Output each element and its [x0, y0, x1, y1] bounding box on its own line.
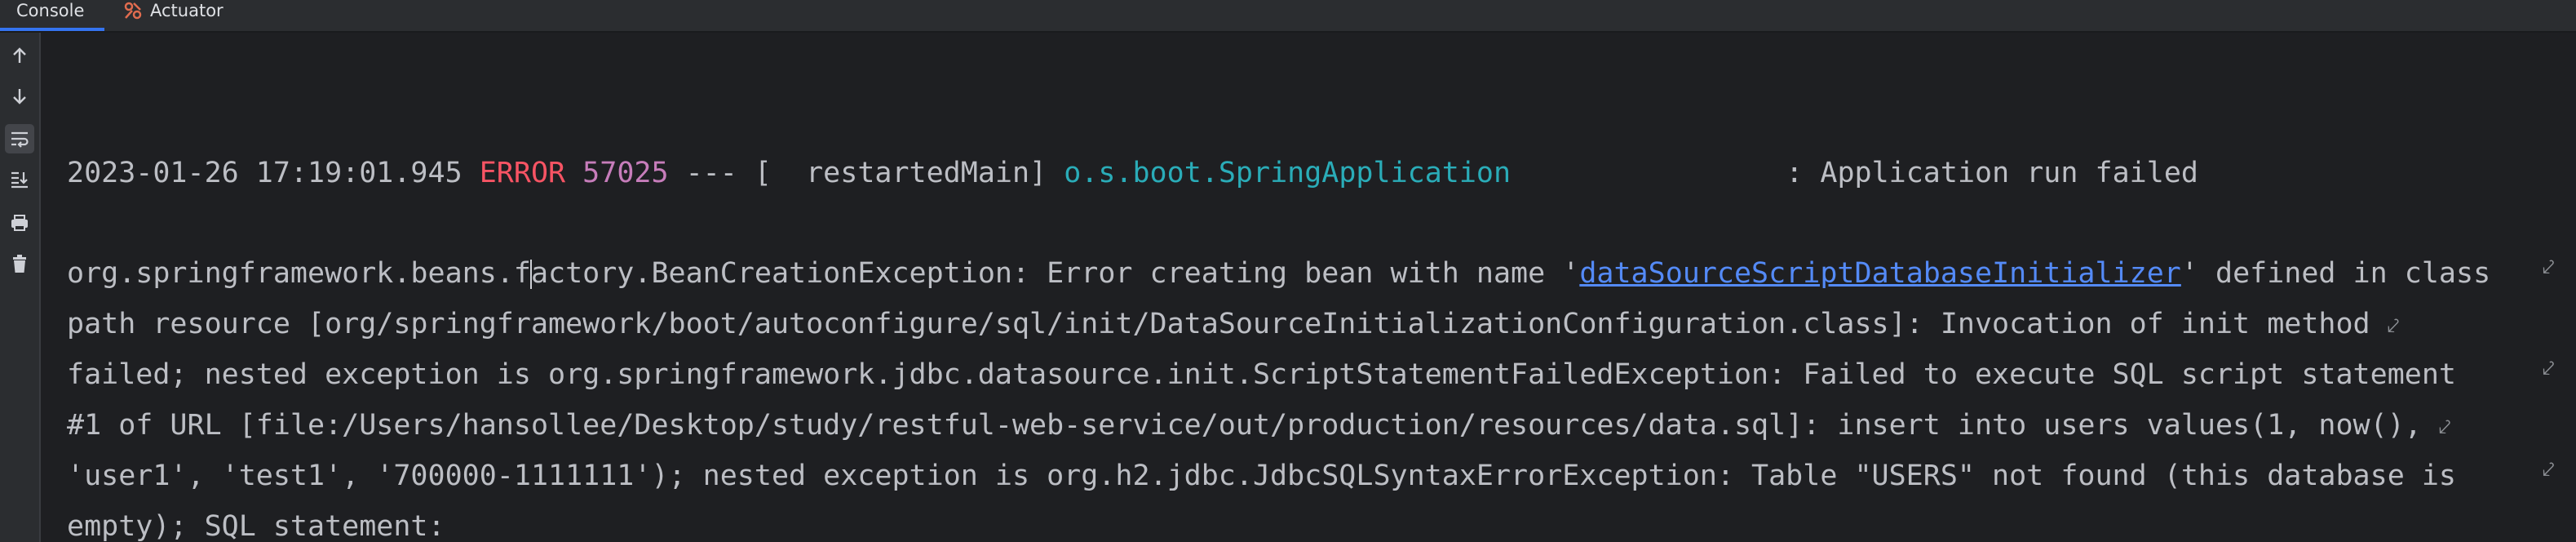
actuator-icon	[122, 0, 144, 21]
log-timestamp: 2023-01-26 17:19:01.945	[67, 157, 463, 189]
tab-actuator-label: Actuator	[150, 1, 224, 20]
log-level: ERROR	[479, 157, 566, 189]
exception-line: ↳empty); SQL statement:	[67, 509, 445, 542]
scroll-to-end-icon	[11, 171, 28, 189]
print-icon	[11, 215, 28, 231]
log-line: 2023-01-26 17:19:01.945 ERROR 57025 --- …	[67, 155, 2198, 191]
soft-wrap-end-icon: ⤦	[2438, 415, 2451, 440]
soft-wrap-end-icon: ⤦	[2543, 255, 2555, 280]
log-logger: o.s.boot.SpringApplication	[1064, 157, 1512, 189]
exception-text: 'user1', 'test1', '700000-1111111'); nes…	[67, 460, 2456, 492]
exception-text: #1 of URL [file:/Users/hansollee/Desktop…	[67, 409, 2422, 442]
exception-line: ↳'user1', 'test1', '700000-1111111'); ne…	[67, 458, 2456, 494]
arrow-up-icon	[13, 47, 26, 63]
exception-text: empty); SQL statement:	[67, 510, 445, 542]
log-thread: restartedMain]	[771, 157, 1047, 189]
down-button[interactable]	[5, 82, 34, 111]
exception-text: org.springframework.beans.f	[67, 257, 531, 290]
tab-console-label: Console	[16, 1, 85, 20]
exception-line: org.springframework.beans.factory.BeanCr…	[67, 255, 2490, 291]
exception-line: ↳#1 of URL [file:/Users/hansollee/Deskto…	[67, 407, 2451, 443]
soft-wrap-button[interactable]	[5, 124, 34, 153]
tab-actuator[interactable]: Actuator	[122, 0, 224, 31]
console-toolbar	[0, 33, 41, 542]
soft-wrap-end-icon: ⤦	[2387, 314, 2400, 339]
clear-all-button[interactable]	[5, 249, 34, 278]
exception-text: ' defined in class	[2180, 257, 2491, 290]
log-separator: --- [	[668, 157, 772, 189]
exception-text: actory.BeanCreationException: Error crea…	[530, 257, 1580, 290]
exception-line: ↳path resource [org/springframework/boot…	[67, 306, 2399, 342]
exception-text: path resource [org/springframework/boot/…	[67, 308, 2370, 340]
soft-wrap-icon	[11, 131, 29, 148]
tool-window-tabs: Console Actuator	[0, 0, 2576, 33]
arrow-down-icon	[13, 89, 26, 104]
log-message: : Application run failed	[1786, 157, 2198, 189]
log-pid: 57025	[582, 157, 669, 189]
exception-text: failed; nested exception is org.springfr…	[67, 358, 2456, 391]
exception-line: ↳failed; nested exception is org.springf…	[67, 357, 2456, 393]
scroll-to-end-button[interactable]	[5, 165, 34, 194]
tab-console[interactable]: Console	[0, 0, 104, 31]
console-output[interactable]: 2023-01-26 17:19:01.945 ERROR 57025 --- …	[67, 33, 2555, 542]
soft-wrap-end-icon: ⤦	[2543, 458, 2555, 482]
up-button[interactable]	[5, 41, 34, 70]
print-button[interactable]	[5, 208, 34, 238]
trash-icon	[13, 255, 26, 273]
bean-link[interactable]: dataSourceScriptDatabaseInitializer	[1579, 257, 2181, 290]
soft-wrap-end-icon: ⤦	[2543, 357, 2555, 381]
